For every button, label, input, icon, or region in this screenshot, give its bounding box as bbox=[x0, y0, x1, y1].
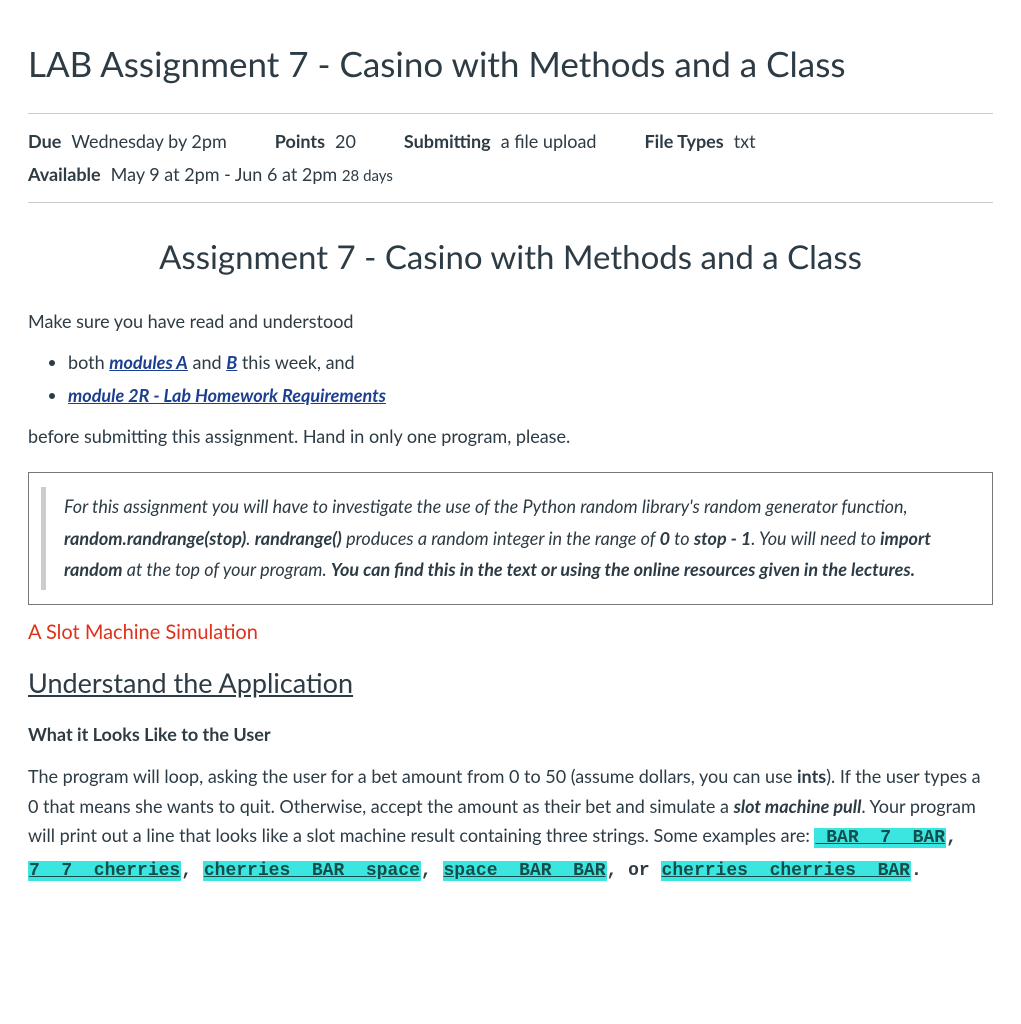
text: . bbox=[911, 861, 922, 881]
points-pair: Points 20 bbox=[275, 128, 356, 155]
code-highlight: cherries cherries BAR bbox=[661, 861, 911, 881]
text: this week, and bbox=[237, 351, 354, 373]
due-value: Wednesday by 2pm bbox=[71, 130, 226, 152]
text: , bbox=[181, 861, 203, 881]
page-title: LAB Assignment 7 - Casino with Methods a… bbox=[28, 38, 993, 91]
text: to bbox=[670, 527, 694, 549]
section-heading-red: A Slot Machine Simulation bbox=[28, 617, 993, 647]
modules-a-link[interactable]: modules A bbox=[109, 351, 188, 373]
list-item: module 2R - Lab Homework Requirements bbox=[68, 382, 993, 409]
assignment-meta: Due Wednesday by 2pm Points 20 Submitting a… bbox=[28, 128, 993, 188]
available-pair: Available May 9 at 2pm - Jun 6 at 2pm 28 … bbox=[28, 161, 393, 188]
modules-b-link[interactable]: B bbox=[226, 351, 237, 373]
meta-row-2: Available May 9 at 2pm - Jun 6 at 2pm 28 … bbox=[28, 161, 993, 188]
points-value: 20 bbox=[335, 130, 356, 152]
section-heading-underlined: Understand the Application bbox=[28, 663, 993, 704]
text: . bbox=[246, 527, 254, 549]
submitting-pair: Submitting a file upload bbox=[404, 128, 597, 155]
available-days: 28 days bbox=[342, 167, 393, 185]
code-highlight: BAR 7 BAR bbox=[814, 828, 946, 848]
text: , or bbox=[607, 861, 661, 881]
note-text: For this assignment you will have to inv… bbox=[41, 487, 974, 590]
text: both bbox=[68, 351, 109, 373]
filetypes-value: txt bbox=[734, 130, 756, 152]
text-bold: stop - 1 bbox=[694, 527, 751, 549]
note-box: For this assignment you will have to inv… bbox=[28, 472, 993, 605]
text-bold: 0 bbox=[660, 527, 670, 549]
after-list-paragraph: before submitting this assignment. Hand … bbox=[28, 423, 993, 450]
due-label: Due bbox=[28, 130, 61, 152]
divider-top bbox=[28, 113, 993, 114]
text: , bbox=[946, 828, 957, 848]
text: The program will loop, asking the user f… bbox=[28, 765, 797, 787]
text-bold: You can find this in the text or using t… bbox=[331, 558, 915, 580]
submitting-label: Submitting bbox=[404, 130, 491, 152]
text-bold: ints bbox=[797, 765, 826, 787]
intro-paragraph: Make sure you have read and understood bbox=[28, 308, 993, 335]
text: at the top of your program. bbox=[123, 558, 331, 580]
text: and bbox=[188, 351, 226, 373]
list-item: both modules A and B this week, and bbox=[68, 349, 993, 376]
due-pair: Due Wednesday by 2pm bbox=[28, 128, 227, 155]
meta-row-1: Due Wednesday by 2pm Points 20 Submitting a… bbox=[28, 128, 993, 155]
points-label: Points bbox=[275, 130, 325, 152]
requirements-list: both modules A and B this week, and modu… bbox=[28, 349, 993, 409]
text: , bbox=[421, 861, 443, 881]
code-highlight: cherries BAR space bbox=[203, 861, 421, 881]
text-bold: randrange() bbox=[255, 527, 342, 549]
body-paragraph: The program will loop, asking the user f… bbox=[28, 762, 993, 887]
divider-bottom bbox=[28, 202, 993, 203]
subsection-heading: What it Looks Like to the User bbox=[28, 721, 993, 748]
text-emphasis: slot machine pull bbox=[734, 795, 862, 817]
text: produces a random integer in the range o… bbox=[342, 527, 660, 549]
available-label: Available bbox=[28, 163, 101, 185]
text: For this assignment you will have to inv… bbox=[64, 495, 908, 517]
filetypes-pair: File Types txt bbox=[645, 128, 756, 155]
filetypes-label: File Types bbox=[645, 130, 724, 152]
content-title: Assignment 7 - Casino with Methods and a… bbox=[28, 233, 993, 283]
available-value: May 9 at 2pm - Jun 6 at 2pm bbox=[111, 163, 338, 185]
code-highlight: 7 7 cherries bbox=[28, 861, 181, 881]
module-2r-link[interactable]: module 2R - Lab Homework Requirements bbox=[68, 384, 386, 406]
submitting-value: a file upload bbox=[501, 130, 597, 152]
text-bold: random.randrange(stop) bbox=[64, 527, 246, 549]
text: . You will need to bbox=[751, 527, 880, 549]
code-highlight: space BAR BAR bbox=[443, 861, 607, 881]
